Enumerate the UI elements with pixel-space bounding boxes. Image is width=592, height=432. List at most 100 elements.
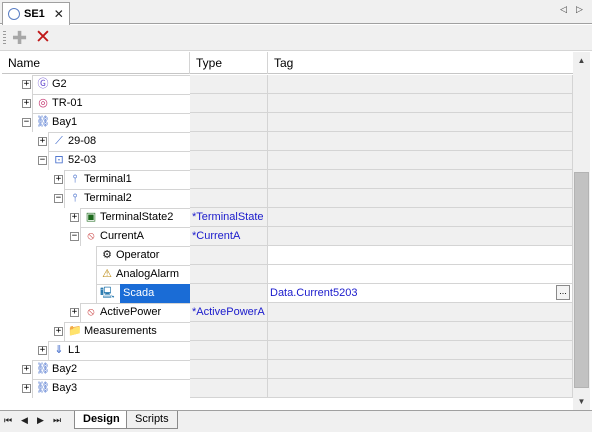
tab-scroll-right-icon[interactable]: ▷ <box>576 4 583 15</box>
name-cell[interactable]: + 📁 Measurements <box>2 322 190 341</box>
column-header-type[interactable]: Type <box>190 52 268 74</box>
node-label[interactable]: Scada <box>120 284 190 303</box>
tab-scripts[interactable]: Scripts <box>126 411 178 429</box>
tree-row[interactable]: + ⛓ Bay2 <box>2 360 573 379</box>
tag-cell[interactable] <box>268 322 573 341</box>
node-label[interactable]: 52-03 <box>68 151 96 170</box>
scroll-down-icon[interactable]: ▼ <box>573 393 590 410</box>
node-label[interactable]: TR-01 <box>52 94 83 113</box>
type-cell[interactable]: *ActivePowerA <box>190 303 268 322</box>
tag-cell[interactable] <box>268 246 573 265</box>
delete-icon[interactable]: ✕ <box>35 28 51 47</box>
expand-icon[interactable]: + <box>38 137 47 146</box>
node-label[interactable]: G2 <box>52 75 67 94</box>
collapse-icon[interactable]: − <box>22 118 31 127</box>
tree-row[interactable]: ⚠ AnalogAlarm <box>2 265 573 284</box>
node-label[interactable]: TerminalState2 <box>100 208 173 227</box>
type-cell[interactable] <box>190 113 268 132</box>
tree-row[interactable]: + ◎ TR-01 <box>2 94 573 113</box>
document-tab-se1[interactable]: SE1 ✕ <box>2 2 70 25</box>
tree-row[interactable]: + Ⓖ G2 <box>2 75 573 94</box>
tag-cell[interactable] <box>268 132 573 151</box>
name-cell[interactable]: + ◎ TR-01 <box>2 94 190 113</box>
node-label[interactable]: CurrentA <box>100 227 144 246</box>
type-cell[interactable] <box>190 379 268 398</box>
node-label[interactable]: 29-08 <box>68 132 96 151</box>
expand-icon[interactable]: + <box>70 213 79 222</box>
name-cell[interactable]: + ⛓ Bay3 <box>2 379 190 398</box>
node-label[interactable]: Terminal1 <box>84 170 132 189</box>
tree-row[interactable]: + ⦸ ActivePower *ActivePowerA <box>2 303 573 322</box>
node-label[interactable]: ActivePower <box>100 303 161 322</box>
type-cell[interactable]: *TerminalState <box>190 208 268 227</box>
tree-row[interactable]: ⚙ Operator <box>2 246 573 265</box>
name-cell[interactable]: ⚙ Operator <box>2 246 190 265</box>
tag-cell[interactable] <box>268 113 573 132</box>
close-tab-icon[interactable]: ✕ <box>54 8 64 20</box>
expand-icon[interactable]: + <box>22 384 31 393</box>
type-cell[interactable] <box>190 132 268 151</box>
collapse-icon[interactable]: − <box>38 156 47 165</box>
type-cell[interactable] <box>190 322 268 341</box>
type-cell[interactable] <box>190 75 268 94</box>
last-page-icon[interactable]: ⏭ <box>53 415 61 426</box>
node-label[interactable]: Operator <box>116 246 159 265</box>
type-cell[interactable] <box>190 360 268 379</box>
node-label[interactable]: Bay1 <box>52 113 77 132</box>
type-cell[interactable]: *CurrentA <box>190 227 268 246</box>
name-cell[interactable]: + ⟋ 29-08 <box>2 132 190 151</box>
tree-row[interactable]: + ▣ TerminalState2 *TerminalState <box>2 208 573 227</box>
name-cell[interactable]: + ⦸ ActivePower <box>2 303 190 322</box>
name-cell[interactable]: + ▣ TerminalState2 <box>2 208 190 227</box>
tree-row[interactable]: + 📁 Measurements <box>2 322 573 341</box>
node-label[interactable]: L1 <box>68 341 80 360</box>
expand-icon[interactable]: + <box>22 99 31 108</box>
node-label[interactable]: Bay2 <box>52 360 77 379</box>
browse-tag-button[interactable]: ... <box>556 285 570 300</box>
toolbar-grip[interactable] <box>3 31 6 45</box>
tree-row[interactable]: + ⛓ Bay3 <box>2 379 573 398</box>
tag-cell[interactable] <box>268 170 573 189</box>
tag-cell[interactable] <box>268 208 573 227</box>
name-cell[interactable]: 🖳 Scada <box>2 284 190 303</box>
node-label[interactable]: AnalogAlarm <box>116 265 179 284</box>
expand-icon[interactable]: + <box>38 346 47 355</box>
node-label[interactable]: Terminal2 <box>84 189 132 208</box>
tree-row[interactable]: + ⫯ Terminal1 <box>2 170 573 189</box>
tag-cell[interactable] <box>268 227 573 246</box>
tag-cell[interactable] <box>268 341 573 360</box>
expand-icon[interactable]: + <box>54 175 63 184</box>
tag-cell[interactable] <box>268 94 573 113</box>
tree-row[interactable]: + ⇓ L1 <box>2 341 573 360</box>
tab-design[interactable]: Design <box>74 411 129 429</box>
expand-icon[interactable]: + <box>70 308 79 317</box>
first-page-icon[interactable]: ⏮ <box>4 415 12 426</box>
tag-cell[interactable] <box>268 75 573 94</box>
scroll-up-icon[interactable]: ▲ <box>573 52 590 69</box>
expand-icon[interactable]: + <box>22 80 31 89</box>
name-cell[interactable]: + ⇓ L1 <box>2 341 190 360</box>
type-cell[interactable] <box>190 151 268 170</box>
tag-cell[interactable] <box>268 265 573 284</box>
name-cell[interactable]: − ⦸ CurrentA <box>2 227 190 246</box>
tag-cell[interactable] <box>268 189 573 208</box>
type-cell[interactable] <box>190 284 268 303</box>
expand-icon[interactable]: + <box>54 327 63 336</box>
name-cell[interactable]: − ⊡ 52-03 <box>2 151 190 170</box>
node-label[interactable]: Measurements <box>84 322 157 341</box>
tree-row[interactable]: − ⛓ Bay1 <box>2 113 573 132</box>
type-cell[interactable] <box>190 341 268 360</box>
vertical-scrollbar[interactable]: ▲ ▼ <box>573 52 590 410</box>
tag-cell[interactable] <box>268 360 573 379</box>
name-cell[interactable]: + ⛓ Bay2 <box>2 360 190 379</box>
tree-row[interactable]: − ⫯ Terminal2 <box>2 189 573 208</box>
tree-row[interactable]: − ⊡ 52-03 <box>2 151 573 170</box>
name-cell[interactable]: − ⫯ Terminal2 <box>2 189 190 208</box>
type-cell[interactable] <box>190 94 268 113</box>
column-header-tag[interactable]: Tag <box>268 52 573 74</box>
type-cell[interactable] <box>190 246 268 265</box>
tree-row[interactable]: + ⟋ 29-08 <box>2 132 573 151</box>
tag-cell[interactable] <box>268 303 573 322</box>
name-cell[interactable]: ⚠ AnalogAlarm <box>2 265 190 284</box>
previous-page-icon[interactable]: ◀ <box>21 415 28 426</box>
